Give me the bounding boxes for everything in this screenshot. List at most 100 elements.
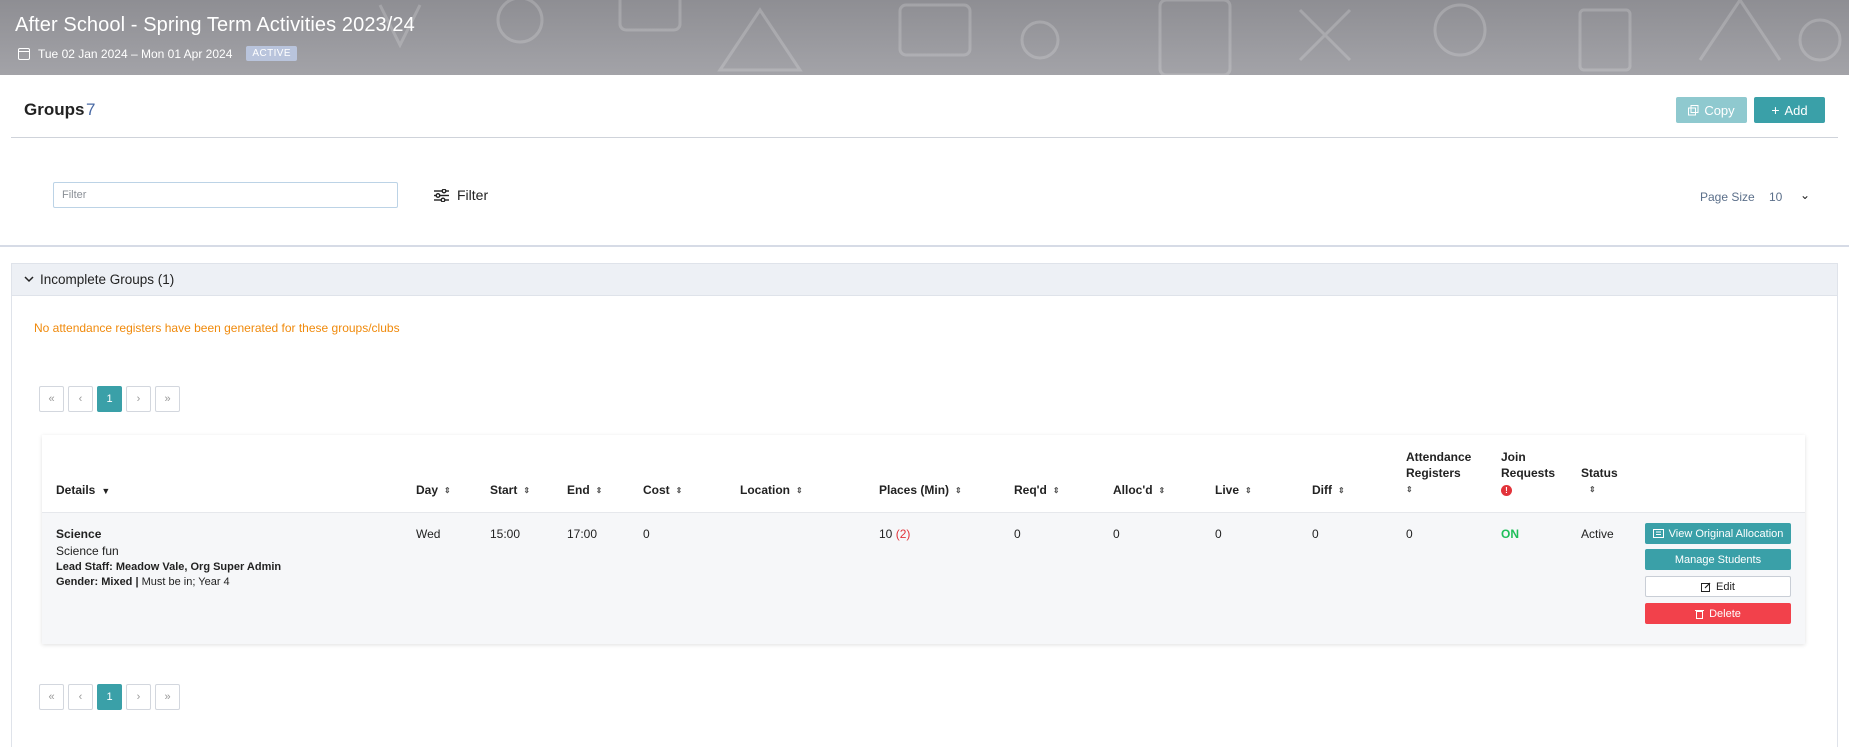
prev-page-button[interactable]: ‹	[68, 386, 93, 412]
column-header-label: Day	[416, 483, 439, 497]
column-header-places[interactable]: Places (Min) ⇕	[879, 482, 962, 499]
groups-title: Groups	[24, 100, 85, 119]
sort-icon: ⇕	[1052, 486, 1060, 495]
column-header-live[interactable]: Live ⇕	[1215, 482, 1252, 499]
first-page-button[interactable]: «	[39, 684, 64, 710]
manage-students-button[interactable]: Manage Students	[1645, 549, 1791, 570]
filter-button[interactable]: Filter	[434, 187, 488, 203]
page-size-select[interactable]: 10	[1769, 190, 1782, 204]
edit-button[interactable]: Edit	[1645, 576, 1791, 597]
date-range: Tue 02 Jan 2024 – Mon 01 Apr 2024 ACTIVE	[18, 46, 297, 61]
plus-icon: +	[1771, 102, 1780, 118]
last-page-button[interactable]: »	[155, 684, 180, 710]
page-size-label: Page Size	[1700, 190, 1755, 204]
column-header-label: Live	[1215, 483, 1240, 497]
filter-input[interactable]	[53, 182, 398, 208]
reqd-cell: 0	[1014, 527, 1021, 541]
group-description: Science fun	[56, 544, 119, 558]
attendance-registers-cell: 0	[1406, 527, 1413, 541]
column-header-label: Requests	[1501, 466, 1556, 480]
column-header-join-requests[interactable]: Join Requests !	[1501, 449, 1555, 497]
column-header-label: Join	[1501, 450, 1526, 464]
column-header-location[interactable]: Location ⇕	[740, 482, 803, 499]
places-value: 10	[879, 527, 893, 541]
incomplete-groups-header[interactable]: Incomplete Groups (1)	[12, 264, 1837, 296]
day-cell: Wed	[416, 527, 441, 541]
prev-page-button[interactable]: ‹	[68, 684, 93, 710]
first-page-button[interactable]: «	[39, 386, 64, 412]
sort-icon: ⇕	[1158, 486, 1166, 495]
info-icon[interactable]: !	[1501, 485, 1512, 496]
places-cell: 10 (2)	[879, 527, 910, 541]
column-header-label: Registers	[1406, 466, 1461, 480]
group-name: Science	[56, 527, 102, 541]
lead-staff: Lead Staff: Meadow Vale, Org Super Admin	[56, 561, 282, 573]
column-header-label: Attendance	[1406, 450, 1472, 464]
eligibility: Must be in; Year 4	[141, 576, 230, 588]
end-cell: 17:00	[567, 527, 598, 541]
sort-icon: ⇕	[523, 486, 531, 495]
column-header-label: Cost	[643, 483, 670, 497]
add-button[interactable]: + Add	[1754, 97, 1825, 123]
copy-icon	[1688, 104, 1699, 115]
header-banner: After School - Spring Term Activities 20…	[0, 0, 1849, 75]
pagination-top: « ‹ 1 › »	[39, 386, 180, 412]
page-title: After School - Spring Term Activities 20…	[15, 14, 415, 36]
next-page-button[interactable]: ›	[126, 684, 151, 710]
column-header-cost[interactable]: Cost ⇕	[643, 482, 682, 499]
allocd-cell: 0	[1113, 527, 1120, 541]
view-original-allocation-label: View Original Allocation	[1668, 527, 1784, 540]
sort-icon: ⇕	[595, 486, 603, 495]
column-header-attendance-registers[interactable]: Attendance Registers ⇕	[1406, 449, 1471, 498]
view-original-allocation-button[interactable]: View Original Allocation	[1645, 523, 1791, 544]
column-header-end[interactable]: End ⇕	[567, 482, 602, 499]
table-header: Details ▼ Day ⇕ Start ⇕ End ⇕ Cost ⇕ Location…	[42, 435, 1805, 513]
column-header-day[interactable]: Day ⇕	[416, 482, 451, 499]
column-header-label: End	[567, 483, 590, 497]
groups-count: 7	[86, 100, 96, 119]
last-page-button[interactable]: »	[155, 386, 180, 412]
banner-pattern	[378, 0, 1842, 75]
gender-info: Gender: Mixed | Must be in; Year 4	[56, 576, 376, 588]
sort-icon: ⇕	[1245, 486, 1252, 495]
calendar-icon	[18, 47, 30, 60]
next-page-button[interactable]: ›	[126, 386, 151, 412]
date-range-text: Tue 02 Jan 2024 – Mon 01 Apr 2024	[38, 46, 233, 61]
places-min: (2)	[895, 527, 911, 541]
edit-label: Edit	[1716, 580, 1735, 593]
warning-message: No attendance registers have been genera…	[34, 321, 400, 335]
delete-label: Delete	[1709, 607, 1741, 620]
section-divider	[0, 245, 1849, 247]
sort-icon: ⇕	[1338, 486, 1345, 495]
delete-button[interactable]: Delete	[1645, 603, 1791, 624]
edit-icon	[1701, 582, 1711, 592]
copy-button[interactable]: Copy	[1676, 97, 1747, 123]
live-cell: 0	[1215, 527, 1222, 541]
trash-icon	[1695, 609, 1705, 619]
column-header-allocd[interactable]: Alloc'd ⇕	[1113, 482, 1165, 499]
column-header-label: Location	[740, 483, 790, 497]
column-header-reqd[interactable]: Req'd ⇕	[1014, 482, 1060, 499]
page-button-current[interactable]: 1	[97, 386, 122, 412]
divider	[11, 137, 1838, 138]
column-header-diff[interactable]: Diff ⇕	[1312, 482, 1345, 499]
add-label: Add	[1784, 102, 1808, 118]
column-header-details[interactable]: Details ▼	[56, 482, 110, 499]
diff-cell: 0	[1312, 527, 1319, 541]
sort-icon: ⇕	[1406, 485, 1413, 494]
chevron-down-icon[interactable]: ⌄	[1800, 188, 1810, 202]
column-header-label: Alloc'd	[1113, 483, 1153, 497]
column-header-label: Status	[1581, 466, 1618, 480]
start-cell: 15:00	[490, 527, 521, 541]
column-header-label: Diff	[1312, 483, 1332, 497]
column-header-status[interactable]: Status ⇕	[1581, 465, 1618, 498]
column-header-start[interactable]: Start ⇕	[490, 482, 530, 499]
sort-icon: ⇕	[444, 486, 451, 495]
table-row: Science Science fun Lead Staff: Meadow V…	[42, 513, 1805, 644]
page-button-current[interactable]: 1	[97, 684, 122, 710]
copy-label: Copy	[1704, 102, 1735, 118]
sort-icon: ⇕	[796, 486, 803, 495]
join-requests-toggle[interactable]: ON	[1501, 527, 1519, 541]
sliders-icon	[434, 188, 449, 202]
incomplete-groups-title: Incomplete Groups (1)	[40, 272, 175, 287]
